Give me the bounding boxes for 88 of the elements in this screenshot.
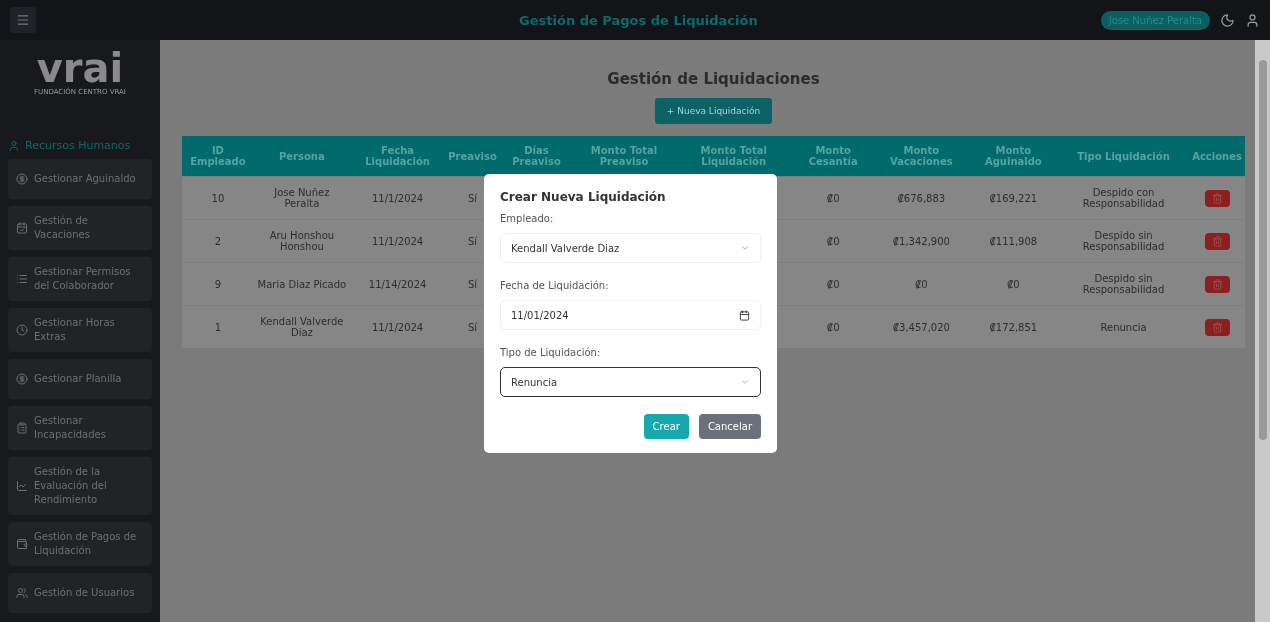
clipboard-icon: [16, 422, 28, 434]
delete-button[interactable]: [1204, 318, 1230, 336]
create-button[interactable]: Crear: [643, 414, 689, 439]
clock-icon: [16, 324, 28, 336]
table-cell: ₡0: [792, 305, 874, 348]
calendar-icon: [16, 222, 28, 234]
user-icon: [8, 139, 20, 152]
column-header: Monto Total Preaviso: [573, 136, 675, 177]
table-cell: 11/1/2024: [349, 219, 446, 263]
trash-icon: [1211, 321, 1223, 333]
field-label: Empleado:: [500, 213, 555, 224]
table-cell: 2: [182, 219, 254, 263]
table-cell: Despido sin Responsabilidad: [1057, 262, 1190, 306]
column-header: ID Empleado: [182, 136, 254, 177]
delete-button[interactable]: [1204, 275, 1230, 293]
table-cell: 11/1/2024: [349, 176, 446, 220]
table-cell: ₡0: [792, 219, 874, 263]
calendar-icon[interactable]: [739, 309, 750, 321]
chevron-down-icon: [740, 377, 750, 387]
user-icon[interactable]: [1245, 12, 1260, 28]
table-cell: ₡172,851: [968, 305, 1058, 348]
sidebar-item[interactable]: Gestión de Vacaciones: [8, 206, 152, 250]
table-cell: ₡0: [873, 262, 969, 306]
trash-icon: [1211, 192, 1223, 204]
table-cell: Maria Diaz Picado: [253, 262, 350, 306]
table-cell: Kendall Valverde Diaz: [253, 305, 350, 348]
scrollbar-thumb[interactable]: [1258, 60, 1267, 440]
column-header: Persona: [253, 136, 350, 177]
sidebar-item[interactable]: Gestionar Permisos del Colaborador: [8, 257, 152, 301]
column-header: Días Preaviso: [499, 136, 574, 177]
table-cell: ₡0: [968, 262, 1058, 306]
table-cell: ₡0: [792, 262, 874, 306]
wallet-icon: [16, 538, 28, 550]
sidebar-item[interactable]: Gestión de Pagos de Liquidación: [8, 522, 152, 566]
trash-icon: [1211, 278, 1223, 290]
column-header: Acciones: [1189, 136, 1245, 177]
column-header: Monto Vacaciones: [873, 136, 969, 177]
column-header: Fecha Liquidación: [349, 136, 446, 177]
trash-icon: [1211, 235, 1223, 247]
list-icon: [16, 273, 28, 285]
table-cell: 11/14/2024: [349, 262, 446, 306]
section-title: Recursos Humanos: [25, 139, 131, 152]
table-cell: 10: [182, 176, 254, 220]
table-cell: ₡676,883: [873, 176, 969, 220]
app-title: Gestión de Pagos de Liquidación: [518, 12, 759, 28]
table-cell: Renuncia: [1057, 305, 1190, 348]
column-header: Monto Cesantía: [792, 136, 874, 177]
delete-button[interactable]: [1204, 189, 1230, 207]
date-field[interactable]: 11/01/2024: [500, 300, 761, 330]
logo: vrai: [36, 48, 124, 88]
table-cell: 1: [182, 305, 254, 348]
users-icon: [16, 587, 28, 599]
page-title: Gestión de Liquidaciones: [607, 70, 820, 88]
chevron-down-icon: [740, 243, 750, 253]
column-header: Preaviso: [445, 136, 500, 177]
sidebar-item[interactable]: Gestionar Aguinaldo: [8, 159, 152, 199]
moon-icon[interactable]: [1220, 12, 1235, 28]
sidebar-item[interactable]: Gestión de Usuarios: [8, 573, 152, 613]
field-label: Tipo de Liquidación:: [500, 347, 602, 358]
dollar-icon: [16, 173, 28, 185]
menu-icon[interactable]: [10, 7, 36, 33]
delete-button[interactable]: [1204, 232, 1230, 250]
column-header: Monto Aguinaldo: [968, 136, 1058, 177]
table-cell: ₡0: [792, 176, 874, 220]
table-cell: ₡111,908: [968, 219, 1058, 263]
column-header: Monto Total Liquidación: [674, 136, 793, 177]
column-header: Tipo Liquidación: [1057, 136, 1190, 177]
table-cell: Aru Honshou Honshou: [253, 219, 350, 263]
table-cell: ₡1,342,900: [873, 219, 969, 263]
chart-icon: [16, 480, 28, 492]
select-field[interactable]: Renuncia: [500, 367, 761, 397]
table-cell: Jose Nuñez Peralta: [253, 176, 350, 220]
sidebar-item[interactable]: Gestión de la Evaluación del Rendimiento: [8, 457, 152, 515]
cancel-button[interactable]: Cancelar: [698, 414, 761, 439]
table-cell: 9: [182, 262, 254, 306]
new-button[interactable]: + Nueva Liquidación: [654, 98, 773, 124]
table-cell: Despido con Responsabilidad: [1057, 176, 1190, 220]
sidebar-item[interactable]: Gestionar Planilla: [8, 359, 152, 399]
select-field[interactable]: Kendall Valverde Diaz: [500, 233, 761, 263]
sidebar-item[interactable]: Gestionar Horas Extras: [8, 308, 152, 352]
table-cell: ₡3,457,020: [873, 305, 969, 348]
field-label: Fecha de Liquidación:: [500, 280, 610, 291]
table-cell: Despido sin Responsabilidad: [1057, 219, 1190, 263]
table-cell: 11/1/2024: [349, 305, 446, 348]
table-cell: ₡169,221: [968, 176, 1058, 220]
dollar-icon: [16, 373, 28, 385]
dialog-title: Crear Nueva Liquidación: [500, 190, 667, 204]
sidebar-item[interactable]: Gestionar Incapacidades: [8, 406, 152, 450]
